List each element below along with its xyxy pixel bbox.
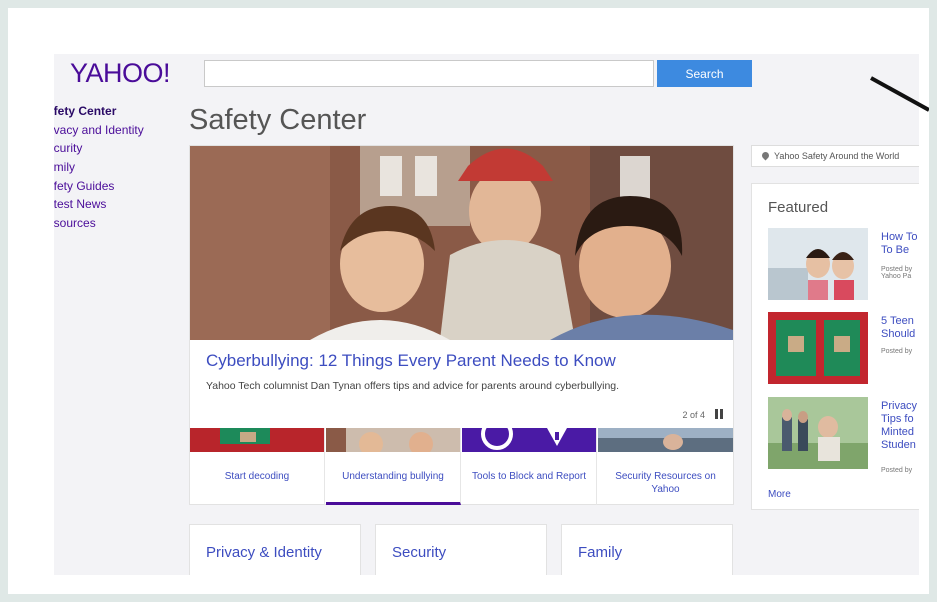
hero-tabs: Start decoding Understanding bullying To… bbox=[190, 428, 733, 505]
yahoo-logo[interactable]: YAHOO! bbox=[70, 58, 171, 89]
hero-photo[interactable] bbox=[190, 146, 733, 340]
search-button[interactable]: Search bbox=[657, 60, 752, 87]
sidebar-item-family[interactable]: amily bbox=[54, 158, 144, 177]
sidebar-item-resources[interactable]: esources bbox=[54, 214, 144, 233]
card-family[interactable]: Family bbox=[561, 524, 733, 575]
tab-start-decoding[interactable]: Start decoding bbox=[190, 428, 325, 505]
tab-thumbnail bbox=[598, 428, 733, 452]
tab-security-resources[interactable]: Security Resources on Yahoo bbox=[598, 428, 733, 505]
featured-heading: Featured bbox=[768, 199, 829, 216]
hero-carousel: Cyberbullying: 12 Things Every Parent Ne… bbox=[189, 145, 734, 505]
featured-thumbnail[interactable] bbox=[768, 228, 868, 300]
yahoo-safety-page: YAHOO! Search afety Center rivacy and Id… bbox=[54, 54, 919, 575]
card-security[interactable]: Security bbox=[375, 524, 547, 575]
sidebar-item-security[interactable]: ecurity bbox=[54, 139, 144, 158]
search-input[interactable] bbox=[204, 60, 654, 87]
featured-meta: Posted by bbox=[881, 467, 913, 474]
sidebar-nav: afety Center rivacy and Identity ecurity… bbox=[54, 102, 144, 233]
map-pin-icon bbox=[760, 150, 771, 161]
hero-title-link[interactable]: Cyberbullying: 12 Things Every Parent Ne… bbox=[206, 351, 616, 371]
card-title: Privacy & Identity bbox=[206, 544, 322, 561]
sidebar-item-privacy-identity[interactable]: rivacy and Identity bbox=[54, 121, 144, 140]
tab-understanding-bullying[interactable]: Understanding bullying bbox=[326, 428, 461, 505]
screenshot-frame: YAHOO! Search afety Center rivacy and Id… bbox=[8, 8, 929, 594]
tab-label: Understanding bullying bbox=[342, 471, 444, 482]
tab-thumbnail bbox=[462, 428, 596, 452]
tab-label: Start decoding bbox=[224, 471, 290, 482]
card-privacy-identity[interactable]: Privacy & Identity bbox=[189, 524, 361, 575]
sidebar-item-safety-center[interactable]: afety Center bbox=[54, 102, 144, 121]
featured-thumbnail[interactable] bbox=[768, 312, 868, 384]
annotation-arrow-icon bbox=[870, 76, 929, 112]
featured-thumbnail[interactable] bbox=[768, 397, 868, 469]
tab-thumbnail bbox=[326, 428, 460, 452]
hero-description: Yahoo Tech columnist Dan Tynan offers ti… bbox=[206, 380, 620, 392]
sidebar-item-latest-news[interactable]: atest News bbox=[54, 195, 144, 214]
tab-tools-block-report[interactable]: Tools to Block and Report bbox=[462, 428, 597, 505]
page-title: Safety Center bbox=[189, 104, 367, 136]
featured-meta: Posted by bbox=[881, 348, 913, 355]
featured-title[interactable]: 5 Teen Should bbox=[881, 315, 919, 341]
sidebar-item-safety-guides[interactable]: afety Guides bbox=[54, 177, 144, 196]
featured-panel: Featured How To To Be Posted by Yahoo Pa 5… bbox=[751, 183, 919, 510]
featured-title[interactable]: How To To Be bbox=[881, 231, 919, 257]
featured-meta: Posted by Yahoo Pa bbox=[881, 266, 913, 280]
location-label: Yahoo Safety Around the World bbox=[774, 151, 900, 161]
card-title: Family bbox=[578, 544, 623, 561]
more-link[interactable]: More bbox=[768, 489, 791, 500]
card-title: Security bbox=[392, 544, 447, 561]
featured-title[interactable]: Privacy Tips fo Minted Studen bbox=[881, 400, 919, 452]
tab-thumbnail bbox=[190, 428, 324, 452]
pause-icon[interactable] bbox=[715, 409, 723, 419]
location-selector[interactable]: Yahoo Safety Around the World bbox=[751, 145, 919, 167]
slide-counter: 2 of 4 bbox=[682, 410, 705, 420]
tab-label: Security Resources on Yahoo bbox=[615, 471, 716, 495]
tab-label: Tools to Block and Report bbox=[472, 471, 586, 482]
